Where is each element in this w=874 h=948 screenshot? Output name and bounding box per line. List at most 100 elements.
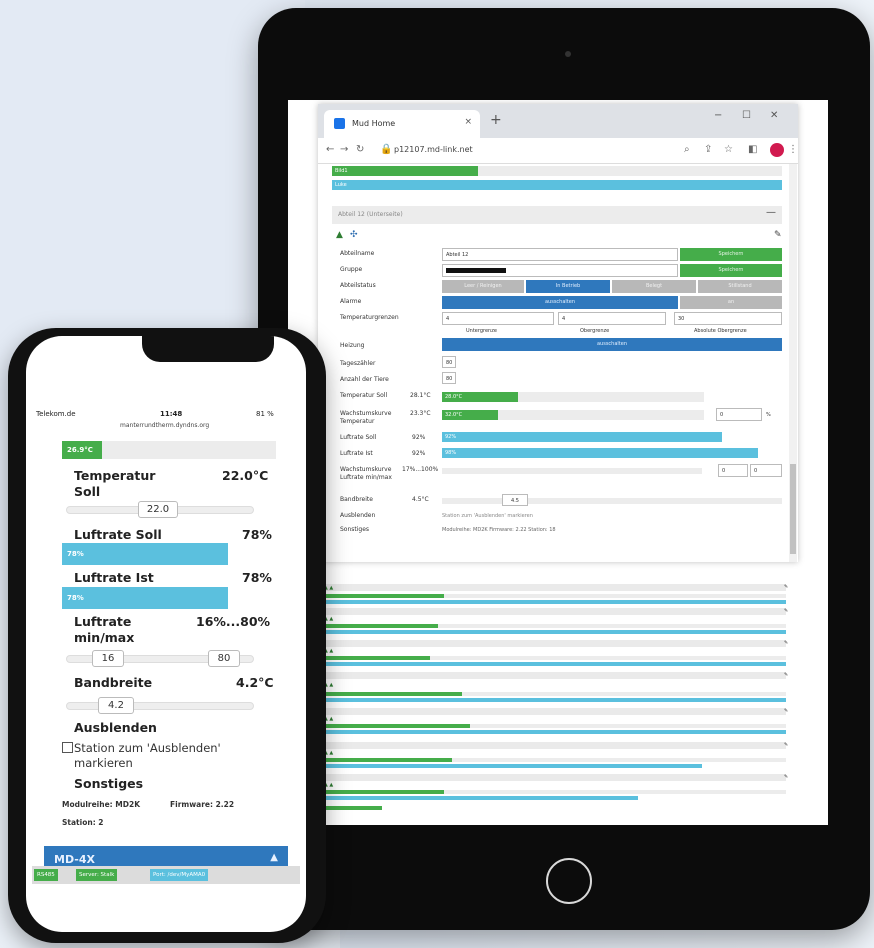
- phone-notch: [142, 336, 274, 362]
- luft-soll-phone-bar: 78%: [62, 543, 228, 565]
- share-icon[interactable]: ⇪: [704, 144, 712, 155]
- station-list: ▲ ▲ ✎ ✎ ▲ ▲ ✎ ▲ ▲ ✎ ▲ ▲ ✎ ▲ ▲ ✎ ▲ ▲ ✎ ▲ …: [318, 584, 798, 824]
- station-row-1-edit-icon[interactable]: ✎: [784, 584, 788, 590]
- station-row-7-header[interactable]: [322, 774, 786, 781]
- band-slider[interactable]: [442, 498, 782, 504]
- station-row-5-edit-icon[interactable]: ✎: [784, 708, 788, 714]
- station-row-4-edit-icon[interactable]: ✎: [784, 672, 788, 678]
- temp-low-input[interactable]: 4: [442, 312, 554, 325]
- animals-input[interactable]: 80: [442, 372, 456, 384]
- tab-title: Mud Home: [352, 119, 396, 128]
- status-idle-button[interactable]: Stillstand: [698, 280, 782, 293]
- sidepanel-icon[interactable]: ◧: [748, 144, 757, 155]
- new-tab-button[interactable]: +: [490, 112, 502, 128]
- edit-icon[interactable]: ✎: [774, 230, 782, 240]
- window-close-icon[interactable]: ✕: [770, 110, 778, 121]
- growth-input[interactable]: 0: [716, 408, 762, 421]
- temp-high-caption: Obergrenze: [580, 328, 610, 334]
- luft-ist-bar: 98%: [442, 448, 758, 458]
- hide-heading: Ausblenden: [74, 720, 157, 735]
- temp-high-input[interactable]: 4: [558, 312, 666, 325]
- pig-count-label: Tageszähler: [340, 360, 376, 367]
- temp-soll-label: Temperatur Soll: [340, 392, 388, 399]
- favicon-icon: [334, 118, 345, 129]
- station-row-4-blue: [322, 698, 786, 702]
- section-title: Abteil 12 (Unterseite): [338, 211, 403, 218]
- station-row-7-edit-icon[interactable]: ✎: [784, 774, 788, 780]
- status-active-button[interactable]: In Betrieb: [526, 280, 610, 293]
- station-row-5-blue: [322, 730, 786, 734]
- band-phone-slider[interactable]: [66, 702, 254, 710]
- station-row-2-green: [322, 624, 438, 628]
- heating-button[interactable]: ausschalten: [442, 338, 782, 351]
- url-field[interactable]: p12107.md-link.net: [394, 145, 473, 154]
- station-row-2-edit-icon[interactable]: ✎: [784, 608, 788, 614]
- temp-soll-slider-knob[interactable]: 22.0: [138, 501, 178, 518]
- search-icon[interactable]: ⌕: [684, 144, 690, 155]
- profile-avatar-icon[interactable]: [770, 143, 784, 157]
- footer-tag-port: Port: /dev/MyAMA0: [150, 869, 209, 881]
- tablet-home-button[interactable]: [546, 858, 592, 904]
- group-input[interactable]: [442, 264, 678, 277]
- minimize-icon[interactable]: −: [714, 110, 722, 121]
- star-icon[interactable]: ☆: [724, 144, 733, 155]
- luft-minmax-input-2[interactable]: 0: [750, 464, 782, 477]
- band-input[interactable]: 4.5: [502, 494, 528, 506]
- status-occupied-button[interactable]: Belegt: [612, 280, 696, 293]
- menu-icon[interactable]: ⋮: [788, 144, 798, 155]
- back-icon[interactable]: ←: [326, 144, 334, 155]
- alarm-on-button[interactable]: an: [680, 296, 782, 309]
- station-row-1-green: [322, 594, 444, 598]
- luft-soll-heading: Luftrate Soll: [74, 527, 162, 542]
- station-row-7-green: [322, 790, 444, 794]
- band-phone-knob[interactable]: 4.2: [98, 697, 134, 714]
- station-row-5-header[interactable]: [322, 708, 786, 715]
- phone-url[interactable]: manterrundtherm.dyndns.org: [120, 422, 209, 429]
- status-empty-button[interactable]: Leer / Reinigen: [442, 280, 524, 293]
- temp-abs-input[interactable]: 30: [674, 312, 782, 325]
- station-row-3-edit-icon[interactable]: ✎: [784, 640, 788, 646]
- scrollbar-thumb[interactable]: [790, 464, 796, 554]
- close-tab-icon[interactable]: ×: [464, 117, 472, 127]
- scrollbar[interactable]: [789, 164, 797, 562]
- station-row-2-blue: [322, 630, 786, 634]
- status-label: Abteilstatus: [340, 282, 376, 289]
- alarm-off-button[interactable]: ausschalten: [442, 296, 678, 309]
- maximize-icon[interactable]: ☐: [742, 110, 751, 121]
- station-row-6-edit-icon[interactable]: ✎: [784, 742, 788, 748]
- pig-count-input[interactable]: 80: [442, 356, 456, 368]
- save-group-button[interactable]: Speichern: [680, 264, 782, 277]
- luft-minmax-input-1[interactable]: 0: [718, 464, 748, 477]
- station-row-2-header[interactable]: [322, 608, 786, 615]
- station-row-3-green: [322, 656, 430, 660]
- next-station-title: MD-4X: [54, 853, 95, 866]
- save-name-button[interactable]: Speichern: [680, 248, 782, 261]
- temp-limits-label: Temperaturgrenzen: [340, 314, 399, 321]
- name-label: Abteilname: [340, 250, 375, 257]
- browser-tab[interactable]: Mud Home ×: [324, 110, 480, 138]
- luft-minmax-slider[interactable]: [442, 468, 702, 474]
- name-input[interactable]: Abteil 12: [442, 248, 678, 261]
- hide-checkbox[interactable]: [62, 742, 73, 753]
- forward-icon[interactable]: →: [340, 144, 348, 155]
- luft-min-knob[interactable]: 16: [92, 650, 124, 667]
- collapse-icon[interactable]: —: [766, 207, 776, 218]
- hide-text[interactable]: Station zum 'Ausblenden' markieren: [442, 513, 533, 519]
- reload-icon[interactable]: ↻: [356, 144, 364, 155]
- hide-checkbox-label[interactable]: Station zum 'Ausblenden' markieren: [74, 741, 254, 771]
- station-row-3-blue: [322, 662, 786, 666]
- station-row-1-header[interactable]: [322, 584, 786, 591]
- luft-soll-phone-value: 78%: [242, 527, 272, 542]
- fan-icon: ✣: [350, 230, 358, 240]
- station-row-6-header[interactable]: [322, 742, 786, 749]
- station-row-4-green: [322, 692, 462, 696]
- station-text: Station: 2: [62, 818, 104, 827]
- luft-max-knob[interactable]: 80: [208, 650, 240, 667]
- top-blue-bar: Luke: [332, 180, 782, 190]
- station-row-3-header[interactable]: [322, 640, 786, 647]
- station-row-4-header[interactable]: [322, 672, 786, 679]
- luft-ist-label: Luftrate Ist: [340, 450, 373, 457]
- expand-icon[interactable]: ▲: [270, 852, 278, 863]
- luft-ist-value: 92%: [412, 450, 426, 457]
- section-header[interactable]: Abteil 12 (Unterseite) —: [332, 206, 782, 224]
